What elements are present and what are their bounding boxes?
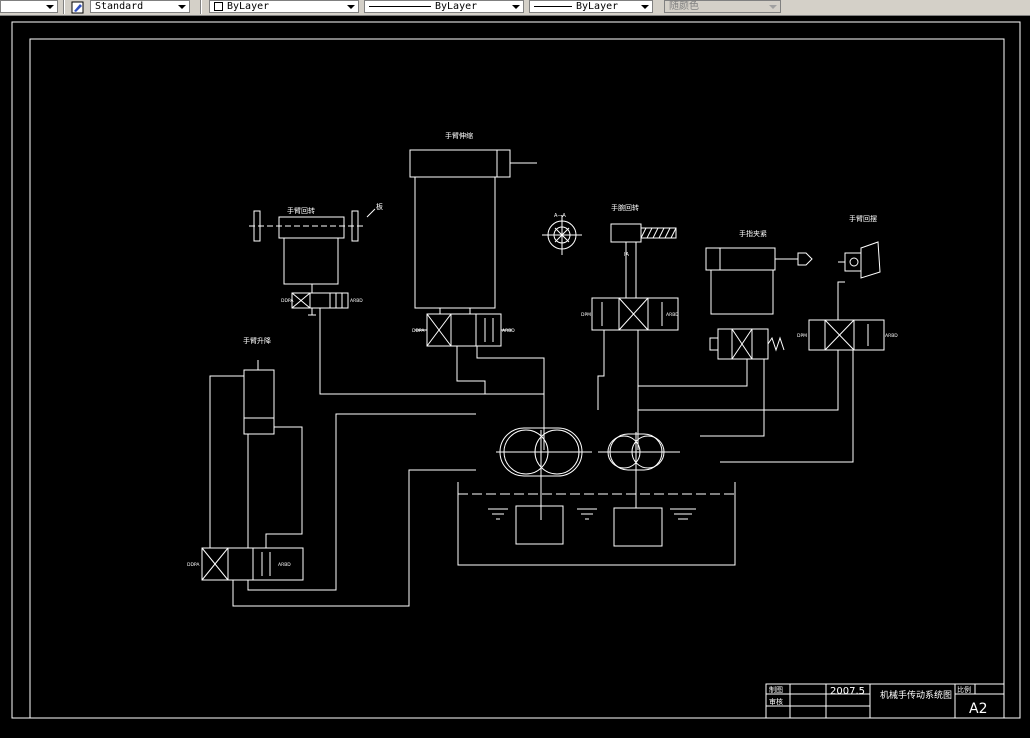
valve-label: DDPA [187, 562, 200, 568]
layer-combo[interactable] [0, 0, 58, 13]
title-block-date: 2007.5 [830, 686, 865, 697]
arm-extend-cylinder [409, 149, 537, 314]
valve-label: DPM [797, 333, 807, 339]
toolbar-separator [63, 0, 65, 14]
valve-label: ARBD [502, 328, 515, 334]
valve-5 [808, 319, 885, 351]
title-block-scale-label: 比例 [957, 685, 971, 694]
tank-2 [613, 507, 663, 547]
properties-toolbar: Standard ByLayer ByLayer ByLayer 随颜色 [0, 0, 1030, 16]
lineweight-control-combo[interactable]: ByLayer [529, 0, 653, 13]
label-arm-swing: 手臂回摆 [849, 214, 877, 223]
valve-label: DDPA [281, 298, 294, 304]
valve-label: ARBD [666, 312, 679, 318]
wrist-rotate-actuator [610, 223, 677, 298]
label-aux: 板 [376, 202, 383, 211]
pump-2 [598, 432, 680, 508]
color-swatch-icon [214, 1, 223, 11]
drawing-canvas[interactable]: 手臂回转 板 手臂伸缩 A—A 手腕回转 IA 手指夹紧 手臂回摆 手臂升降 D… [0, 15, 1030, 734]
valve-label: ARBD [278, 562, 291, 568]
valve-label: ARBD [885, 333, 898, 339]
label-arm-rotate: 手臂回转 [287, 206, 315, 215]
label-section-mark: A—A [554, 213, 566, 219]
plot-style-combo: 随颜色 [664, 0, 781, 13]
section-a-symbol [542, 215, 582, 255]
label-gripper-clamp: 手指夹紧 [739, 229, 767, 238]
sheet-outer-border [11, 21, 1021, 719]
linetype-sample-icon [369, 5, 431, 7]
hydraulic-pipes [209, 281, 854, 607]
title-block-checker-label: 审核 [769, 697, 783, 706]
color-control-combo[interactable]: ByLayer [209, 0, 359, 13]
valve-label: DPM [581, 312, 591, 318]
label-arm-lift: 手臂升降 [243, 336, 271, 345]
arm-swing-actuator [838, 241, 881, 279]
title-block-sheet-size: A2 [969, 701, 987, 717]
valve-4 [709, 328, 785, 360]
gripper-cylinder [705, 247, 813, 315]
label-wrist-rotate: 手腕回转 [611, 203, 639, 212]
valve-label: DDPA [412, 328, 425, 334]
title-block-designer-label: 制图 [769, 685, 783, 694]
arm-lift-cylinder [243, 360, 275, 435]
arm-rotate-cylinder [249, 208, 376, 293]
reservoir-marks [488, 508, 696, 520]
linetype-control-combo[interactable]: ByLayer [364, 0, 524, 13]
valve-2 [415, 313, 512, 347]
text-style-manager-icon[interactable] [70, 0, 86, 14]
sheet-inner-border [29, 38, 1005, 719]
toolbar-separator [200, 0, 202, 14]
title-block-title: 机械手传动系统图 [880, 689, 952, 701]
label-arm-extend: 手臂伸缩 [445, 131, 473, 140]
lineweight-sample-icon [534, 5, 572, 7]
tank-1 [515, 474, 564, 545]
label-section-a: IA [624, 252, 629, 258]
valve-label: ARBD [350, 298, 363, 304]
text-style-combo[interactable]: Standard [90, 0, 190, 13]
